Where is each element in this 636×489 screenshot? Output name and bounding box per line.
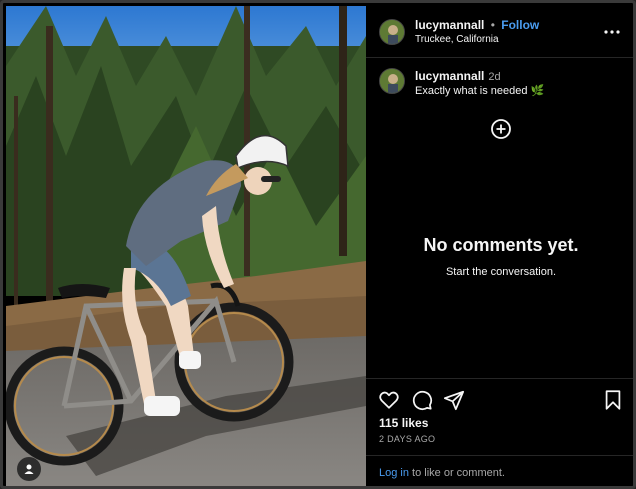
cyclist-photo xyxy=(6,6,366,486)
login-prompt: Log in to like or comment. xyxy=(366,455,633,486)
plus-circle-icon xyxy=(491,119,511,139)
no-comments-title: No comments yet. xyxy=(423,235,579,255)
like-button[interactable] xyxy=(378,389,400,411)
login-prompt-text: to like or comment. xyxy=(408,467,505,479)
more-options-button[interactable] xyxy=(602,23,622,41)
separator-dot: • xyxy=(490,18,495,32)
save-button[interactable] xyxy=(602,389,624,411)
post-header: lucymannall • Follow Truckee, California xyxy=(366,6,633,58)
user-icon xyxy=(24,464,34,474)
comment-button[interactable] xyxy=(411,389,433,411)
post-dialog: lucymannall • Follow Truckee, California xyxy=(0,0,636,489)
post-caption: lucymannall 2d Exactly what is needed 🌿 xyxy=(366,58,633,118)
share-button[interactable] xyxy=(443,389,465,411)
post-photo[interactable] xyxy=(6,6,366,486)
avatar-image xyxy=(380,69,404,93)
login-link[interactable]: Log in xyxy=(379,467,409,479)
post-side-panel: lucymannall • Follow Truckee, California xyxy=(366,6,633,486)
location-link[interactable]: Truckee, California xyxy=(415,34,499,45)
caption-avatar[interactable] xyxy=(379,68,405,94)
caption-text: Exactly what is needed 🌿 xyxy=(415,85,545,97)
no-comments-subtitle: Start the conversation. xyxy=(445,266,557,278)
avatar[interactable] xyxy=(379,19,405,45)
comment-icon xyxy=(412,390,433,411)
add-comment-button[interactable] xyxy=(490,118,512,140)
post-author: lucymannall • Follow xyxy=(415,18,539,32)
caption-username[interactable]: lucymannall xyxy=(415,69,484,83)
tagged-user-button[interactable] xyxy=(17,457,41,481)
caption-author: lucymannall 2d xyxy=(415,69,501,83)
post-actions: 115 likes 2 DAYS AGO Log in to like or c… xyxy=(366,378,633,486)
avatar-image xyxy=(380,20,404,44)
heart-icon xyxy=(379,391,399,409)
more-horizontal-icon xyxy=(604,30,620,34)
bookmark-icon xyxy=(605,390,621,410)
follow-button[interactable]: Follow xyxy=(501,18,539,32)
caption-time: 2d xyxy=(488,71,501,83)
author-username[interactable]: lucymannall xyxy=(415,18,484,32)
post-timestamp[interactable]: 2 DAYS AGO xyxy=(379,434,435,444)
likes-count[interactable]: 115 likes xyxy=(379,416,428,430)
share-icon xyxy=(443,390,465,411)
